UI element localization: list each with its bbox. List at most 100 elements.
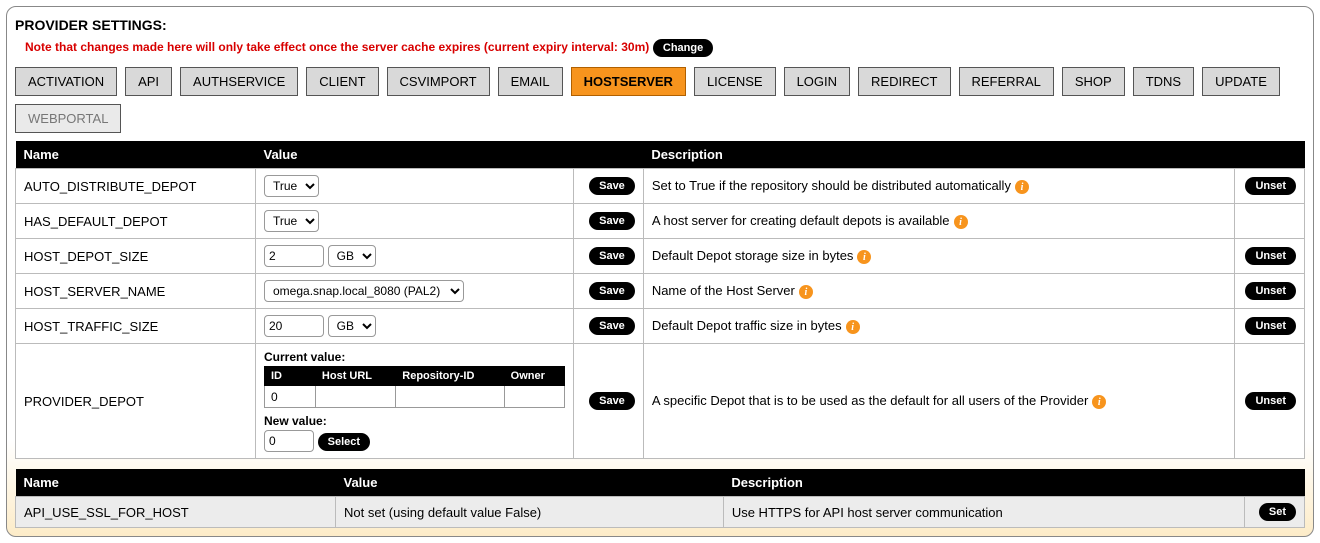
current-value-table: IDHost URLRepository-IDOwner 0 [264, 366, 565, 408]
description-text: Default Depot traffic size in bytes [652, 318, 842, 333]
unset-cell: Unset [1235, 309, 1305, 344]
table-row: HOST_SERVER_NAME omega.snap.local_8080 (P… [16, 274, 1305, 309]
th2-blank [1245, 469, 1305, 497]
provider-settings-panel: PROVIDER SETTINGS: Note that changes mad… [6, 6, 1314, 537]
tab-email[interactable]: EMAIL [498, 67, 563, 96]
setting-name: HOST_SERVER_NAME [16, 274, 256, 309]
info-icon[interactable]: i [954, 215, 968, 229]
th2-value: Value [336, 469, 724, 497]
save-button[interactable]: Save [589, 317, 635, 335]
change-button[interactable]: Change [653, 39, 713, 57]
save-cell: Save [573, 309, 643, 344]
save-button[interactable]: Save [589, 392, 635, 410]
tab-referral[interactable]: REFERRAL [959, 67, 1054, 96]
tab-client[interactable]: CLIENT [306, 67, 378, 96]
tab-api[interactable]: API [125, 67, 172, 96]
save-cell: Save [573, 169, 643, 204]
description-text: A host server for creating default depot… [652, 213, 950, 228]
setting-value-cell: omega.snap.local_8080 (PAL2) [256, 274, 574, 309]
unset-button[interactable]: Unset [1245, 317, 1296, 335]
tab-tdns[interactable]: TDNS [1133, 67, 1194, 96]
table-row: PROVIDER_DEPOTCurrent value:IDHost URLRe… [16, 344, 1305, 459]
info-icon[interactable]: i [1092, 395, 1106, 409]
unset-button[interactable]: Unset [1245, 282, 1296, 300]
value-select[interactable]: True [264, 175, 319, 197]
current-value-label: Current value: [264, 350, 565, 364]
tab-login[interactable]: LOGIN [784, 67, 850, 96]
subcell-empty [396, 386, 504, 408]
unit-select[interactable]: GB [328, 315, 376, 337]
tab-authservice[interactable]: AUTHSERVICE [180, 67, 298, 96]
tab-activation[interactable]: ACTIVATION [15, 67, 117, 96]
setting-value: Not set (using default value False) [336, 497, 724, 528]
note-row: Note that changes made here will only ta… [25, 39, 1305, 57]
setting-value-cell: True [256, 204, 574, 239]
info-icon[interactable]: i [1015, 180, 1029, 194]
unset-button[interactable]: Unset [1245, 392, 1296, 410]
unset-cell: Unset [1235, 239, 1305, 274]
save-button[interactable]: Save [589, 282, 635, 300]
setting-value-cell: True [256, 169, 574, 204]
setting-description: Use HTTPS for API host server communicat… [723, 497, 1244, 528]
description-text: Name of the Host Server [652, 283, 795, 298]
setting-name: HOST_DEPOT_SIZE [16, 239, 256, 274]
tabs-bar: ACTIVATION API AUTHSERVICE CLIENT CSVIMPORT E… [15, 67, 1305, 133]
setting-description: Set to True if the repository should be … [643, 169, 1234, 204]
select-button[interactable]: Select [318, 433, 370, 451]
setting-description: Name of the Host Server i [643, 274, 1234, 309]
setting-name: API_USE_SSL_FOR_HOST [16, 497, 336, 528]
settings-table: Name Value Description AUTO_DISTRIBUTE_D… [15, 141, 1305, 459]
th-name: Name [16, 141, 256, 169]
new-value-input[interactable] [264, 430, 314, 452]
value-input[interactable] [264, 245, 324, 267]
tab-update[interactable]: UPDATE [1202, 67, 1280, 96]
tab-csvimport[interactable]: CSVIMPORT [387, 67, 490, 96]
tab-redirect[interactable]: REDIRECT [858, 67, 950, 96]
save-button[interactable]: Save [589, 212, 635, 230]
tab-license[interactable]: LICENSE [694, 67, 776, 96]
setting-description: Default Depot traffic size in bytes i [643, 309, 1234, 344]
th-blank [1235, 141, 1305, 169]
defaults-table: Name Value Description API_USE_SSL_FOR_H… [15, 469, 1305, 528]
unset-cell: Unset [1235, 344, 1305, 459]
save-cell: Save [573, 274, 643, 309]
tab-webportal[interactable]: WEBPORTAL [15, 104, 121, 133]
subcell-id: 0 [265, 386, 316, 408]
set-button[interactable]: Set [1259, 503, 1296, 521]
value-select[interactable]: omega.snap.local_8080 (PAL2) [264, 280, 464, 302]
setting-value-cell: GB [256, 309, 574, 344]
subcol-hosturl: Host URL [315, 367, 395, 386]
setting-description: A specific Depot that is to be used as t… [643, 344, 1234, 459]
subcell-empty [504, 386, 564, 408]
info-icon[interactable]: i [857, 250, 871, 264]
save-cell: Save [573, 204, 643, 239]
unit-select[interactable]: GB [328, 245, 376, 267]
unset-cell [1235, 204, 1305, 239]
description-text: A specific Depot that is to be used as t… [652, 393, 1088, 408]
subcol-owner: Owner [504, 367, 564, 386]
cache-note: Note that changes made here will only ta… [25, 40, 649, 54]
unset-cell: Unset [1235, 169, 1305, 204]
unset-button[interactable]: Unset [1245, 247, 1296, 265]
save-cell: Save [573, 239, 643, 274]
th2-name: Name [16, 469, 336, 497]
info-icon[interactable]: i [799, 285, 813, 299]
new-value-label: New value: [264, 414, 565, 428]
setting-name: HAS_DEFAULT_DEPOT [16, 204, 256, 239]
value-select[interactable]: True [264, 210, 319, 232]
subcol-id: ID [265, 367, 316, 386]
unset-cell: Unset [1235, 274, 1305, 309]
subcol-repoid: Repository-ID [396, 367, 504, 386]
tab-shop[interactable]: SHOP [1062, 67, 1125, 96]
th2-description: Description [723, 469, 1244, 497]
save-button[interactable]: Save [589, 177, 635, 195]
table-row: HAS_DEFAULT_DEPOT True Save A host server f… [16, 204, 1305, 239]
unset-button[interactable]: Unset [1245, 177, 1296, 195]
value-input[interactable] [264, 315, 324, 337]
page-title: PROVIDER SETTINGS: [15, 17, 1305, 33]
info-icon[interactable]: i [846, 320, 860, 334]
setting-name: AUTO_DISTRIBUTE_DEPOT [16, 169, 256, 204]
tab-hostserver[interactable]: HOSTSERVER [571, 67, 686, 96]
save-button[interactable]: Save [589, 247, 635, 265]
set-cell: Set [1245, 497, 1305, 528]
